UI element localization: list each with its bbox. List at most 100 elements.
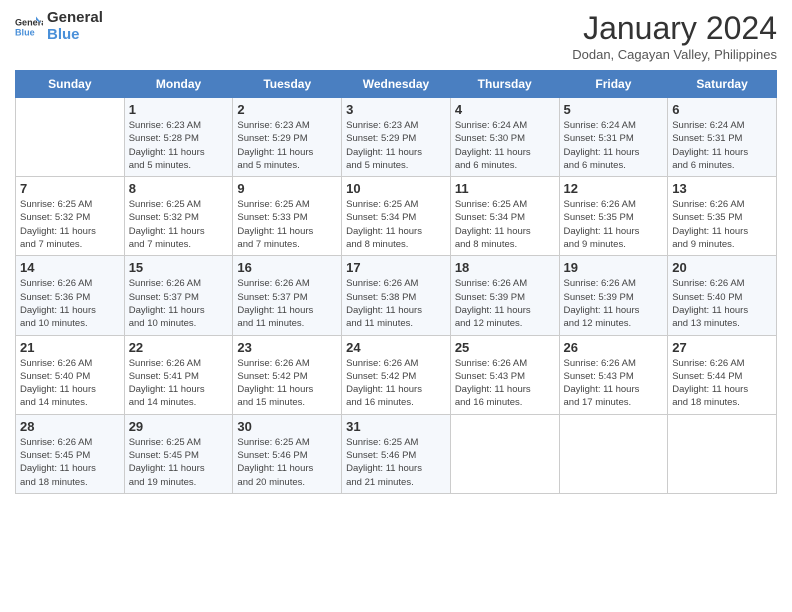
header-friday: Friday [559,71,668,98]
day-number: 31 [346,419,446,434]
calendar-cell: 7Sunrise: 6:25 AM Sunset: 5:32 PM Daylig… [16,177,125,256]
day-info: Sunrise: 6:25 AM Sunset: 5:32 PM Dayligh… [129,198,229,251]
day-info: Sunrise: 6:26 AM Sunset: 5:39 PM Dayligh… [455,277,555,330]
day-number: 14 [20,260,120,275]
day-number: 19 [564,260,664,275]
page-header: General Blue General Blue January 2024 D… [15,10,777,62]
calendar-cell: 15 Sunrise: 6:26 AM Sunset: 5:37 PM Dayli… [124,256,233,335]
calendar-cell: 1 Sunrise: 6:23 AM Sunset: 5:28 PM Daylig… [124,98,233,177]
week-row-4: 21 Sunrise: 6:26 AM Sunset: 5:40 PM Dayli… [16,335,777,414]
calendar-cell: 8 Sunrise: 6:25 AM Sunset: 5:32 PM Daylig… [124,177,233,256]
day-info: Sunrise: 6:26 AM Sunset: 5:35 PM Dayligh… [672,198,772,251]
calendar-cell: 10 Sunrise: 6:25 AM Sunset: 5:34 PM Dayli… [342,177,451,256]
day-info: Sunrise: 6:26 AM Sunset: 5:42 PM Dayligh… [237,357,337,410]
calendar-cell: 26Sunrise: 6:26 AM Sunset: 5:43 PM Dayli… [559,335,668,414]
day-number: 9 [237,181,337,196]
day-number: 11 [455,181,555,196]
day-info: Sunrise: 6:24 AM Sunset: 5:31 PM Dayligh… [564,119,664,172]
day-info: Sunrise: 6:26 AM Sunset: 5:43 PM Dayligh… [455,357,555,410]
logo-line1: General [47,10,103,27]
calendar-cell: 19 Sunrise: 6:26 AM Sunset: 5:39 PM Dayli… [559,256,668,335]
day-number: 23 [237,340,337,355]
day-info: Sunrise: 6:26 AM Sunset: 5:43 PM Dayligh… [564,357,664,410]
calendar-cell: 23 Sunrise: 6:26 AM Sunset: 5:42 PM Dayli… [233,335,342,414]
calendar-cell [16,98,125,177]
day-number: 5 [564,102,664,117]
calendar-cell: 22Sunrise: 6:26 AM Sunset: 5:41 PM Dayli… [124,335,233,414]
day-info: Sunrise: 6:26 AM Sunset: 5:36 PM Dayligh… [20,277,120,330]
calendar-cell: 6Sunrise: 6:24 AM Sunset: 5:31 PM Daylig… [668,98,777,177]
calendar-cell: 24Sunrise: 6:26 AM Sunset: 5:42 PM Dayli… [342,335,451,414]
day-number: 2 [237,102,337,117]
calendar-cell: 11Sunrise: 6:25 AM Sunset: 5:34 PM Dayli… [450,177,559,256]
day-number: 28 [20,419,120,434]
calendar-cell [668,414,777,493]
day-number: 25 [455,340,555,355]
day-info: Sunrise: 6:26 AM Sunset: 5:41 PM Dayligh… [129,357,229,410]
month-title: January 2024 [572,10,777,47]
week-row-1: 1 Sunrise: 6:23 AM Sunset: 5:28 PM Daylig… [16,98,777,177]
day-number: 24 [346,340,446,355]
day-info: Sunrise: 6:24 AM Sunset: 5:30 PM Dayligh… [455,119,555,172]
day-number: 8 [129,181,229,196]
calendar-cell: 25 Sunrise: 6:26 AM Sunset: 5:43 PM Dayli… [450,335,559,414]
calendar-cell: 5 Sunrise: 6:24 AM Sunset: 5:31 PM Daylig… [559,98,668,177]
day-info: Sunrise: 6:25 AM Sunset: 5:46 PM Dayligh… [346,436,446,489]
calendar-cell [450,414,559,493]
day-number: 10 [346,181,446,196]
calendar-cell: 13 Sunrise: 6:26 AM Sunset: 5:35 PM Dayli… [668,177,777,256]
logo: General Blue General Blue [15,10,103,43]
calendar-cell: 9Sunrise: 6:25 AM Sunset: 5:33 PM Daylig… [233,177,342,256]
calendar-cell: 21 Sunrise: 6:26 AM Sunset: 5:40 PM Dayli… [16,335,125,414]
calendar-cell: 30Sunrise: 6:25 AM Sunset: 5:46 PM Dayli… [233,414,342,493]
day-info: Sunrise: 6:23 AM Sunset: 5:29 PM Dayligh… [237,119,337,172]
calendar-cell: 28 Sunrise: 6:26 AM Sunset: 5:45 PM Dayli… [16,414,125,493]
calendar-cell: 12Sunrise: 6:26 AM Sunset: 5:35 PM Dayli… [559,177,668,256]
calendar-cell: 3Sunrise: 6:23 AM Sunset: 5:29 PM Daylig… [342,98,451,177]
week-row-3: 14 Sunrise: 6:26 AM Sunset: 5:36 PM Dayli… [16,256,777,335]
day-number: 27 [672,340,772,355]
day-number: 29 [129,419,229,434]
day-info: Sunrise: 6:26 AM Sunset: 5:40 PM Dayligh… [20,357,120,410]
header-monday: Monday [124,71,233,98]
day-number: 4 [455,102,555,117]
day-number: 13 [672,181,772,196]
calendar-cell: 14 Sunrise: 6:26 AM Sunset: 5:36 PM Dayli… [16,256,125,335]
day-info: Sunrise: 6:23 AM Sunset: 5:28 PM Dayligh… [129,119,229,172]
day-info: Sunrise: 6:24 AM Sunset: 5:31 PM Dayligh… [672,119,772,172]
location-subtitle: Dodan, Cagayan Valley, Philippines [572,47,777,62]
day-number: 16 [237,260,337,275]
calendar-cell: 29Sunrise: 6:25 AM Sunset: 5:45 PM Dayli… [124,414,233,493]
calendar-cell: 18 Sunrise: 6:26 AM Sunset: 5:39 PM Dayli… [450,256,559,335]
calendar-cell: 4 Sunrise: 6:24 AM Sunset: 5:30 PM Daylig… [450,98,559,177]
week-row-5: 28 Sunrise: 6:26 AM Sunset: 5:45 PM Dayli… [16,414,777,493]
day-info: Sunrise: 6:25 AM Sunset: 5:34 PM Dayligh… [346,198,446,251]
day-number: 17 [346,260,446,275]
header-wednesday: Wednesday [342,71,451,98]
day-number: 15 [129,260,229,275]
calendar-cell: 2 Sunrise: 6:23 AM Sunset: 5:29 PM Daylig… [233,98,342,177]
day-number: 7 [20,181,120,196]
day-info: Sunrise: 6:26 AM Sunset: 5:40 PM Dayligh… [672,277,772,330]
day-info: Sunrise: 6:26 AM Sunset: 5:39 PM Dayligh… [564,277,664,330]
calendar-header-row: SundayMondayTuesdayWednesdayThursdayFrid… [16,71,777,98]
day-info: Sunrise: 6:26 AM Sunset: 5:35 PM Dayligh… [564,198,664,251]
day-number: 3 [346,102,446,117]
svg-text:Blue: Blue [15,27,35,37]
calendar-cell: 20 Sunrise: 6:26 AM Sunset: 5:40 PM Dayli… [668,256,777,335]
day-info: Sunrise: 6:26 AM Sunset: 5:37 PM Dayligh… [129,277,229,330]
calendar-cell [559,414,668,493]
day-number: 1 [129,102,229,117]
day-number: 18 [455,260,555,275]
day-number: 20 [672,260,772,275]
calendar-cell: 27 Sunrise: 6:26 AM Sunset: 5:44 PM Dayli… [668,335,777,414]
day-number: 21 [20,340,120,355]
svg-text:General: General [15,17,43,27]
day-info: Sunrise: 6:26 AM Sunset: 5:45 PM Dayligh… [20,436,120,489]
title-block: January 2024 Dodan, Cagayan Valley, Phil… [572,10,777,62]
calendar-table: SundayMondayTuesdayWednesdayThursdayFrid… [15,70,777,494]
calendar-cell: 16Sunrise: 6:26 AM Sunset: 5:37 PM Dayli… [233,256,342,335]
day-info: Sunrise: 6:26 AM Sunset: 5:44 PM Dayligh… [672,357,772,410]
header-saturday: Saturday [668,71,777,98]
day-info: Sunrise: 6:26 AM Sunset: 5:38 PM Dayligh… [346,277,446,330]
